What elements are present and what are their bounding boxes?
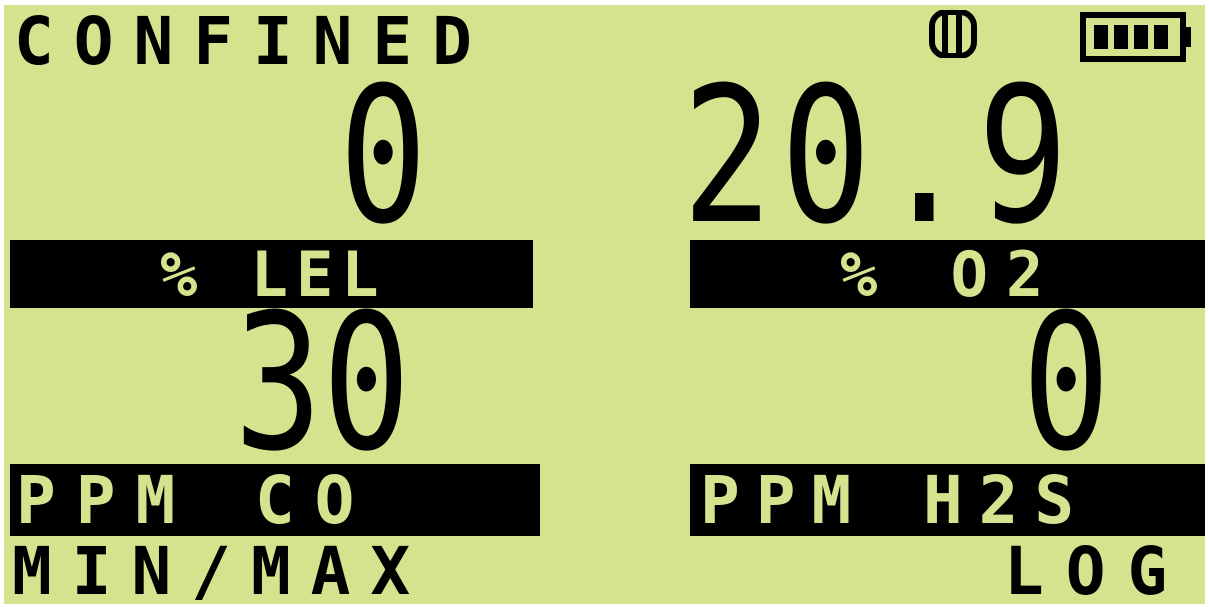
o2-value: 20.9 xyxy=(682,47,1077,266)
co-unit-label: PPM CO xyxy=(16,464,375,536)
h2s-value: 0 xyxy=(1022,274,1111,493)
log-softkey[interactable]: LOG xyxy=(1004,539,1189,605)
lcd-screen: CONFINED 0 % LEL 20.9 % O2 30 PPM CO 0 P… xyxy=(4,5,1205,604)
h2s-unit-label: PPM H2S xyxy=(700,464,1091,536)
min-max-softkey[interactable]: MIN/MAX xyxy=(12,539,430,605)
battery-icon xyxy=(1080,12,1191,62)
h2s-unit-bar: PPM H2S xyxy=(690,464,1205,536)
co-value: 30 xyxy=(234,274,411,493)
o2-unit-bar: % O2 xyxy=(690,240,1205,308)
lel-value: 0 xyxy=(339,47,428,266)
co-unit-bar: PPM CO xyxy=(10,464,540,536)
